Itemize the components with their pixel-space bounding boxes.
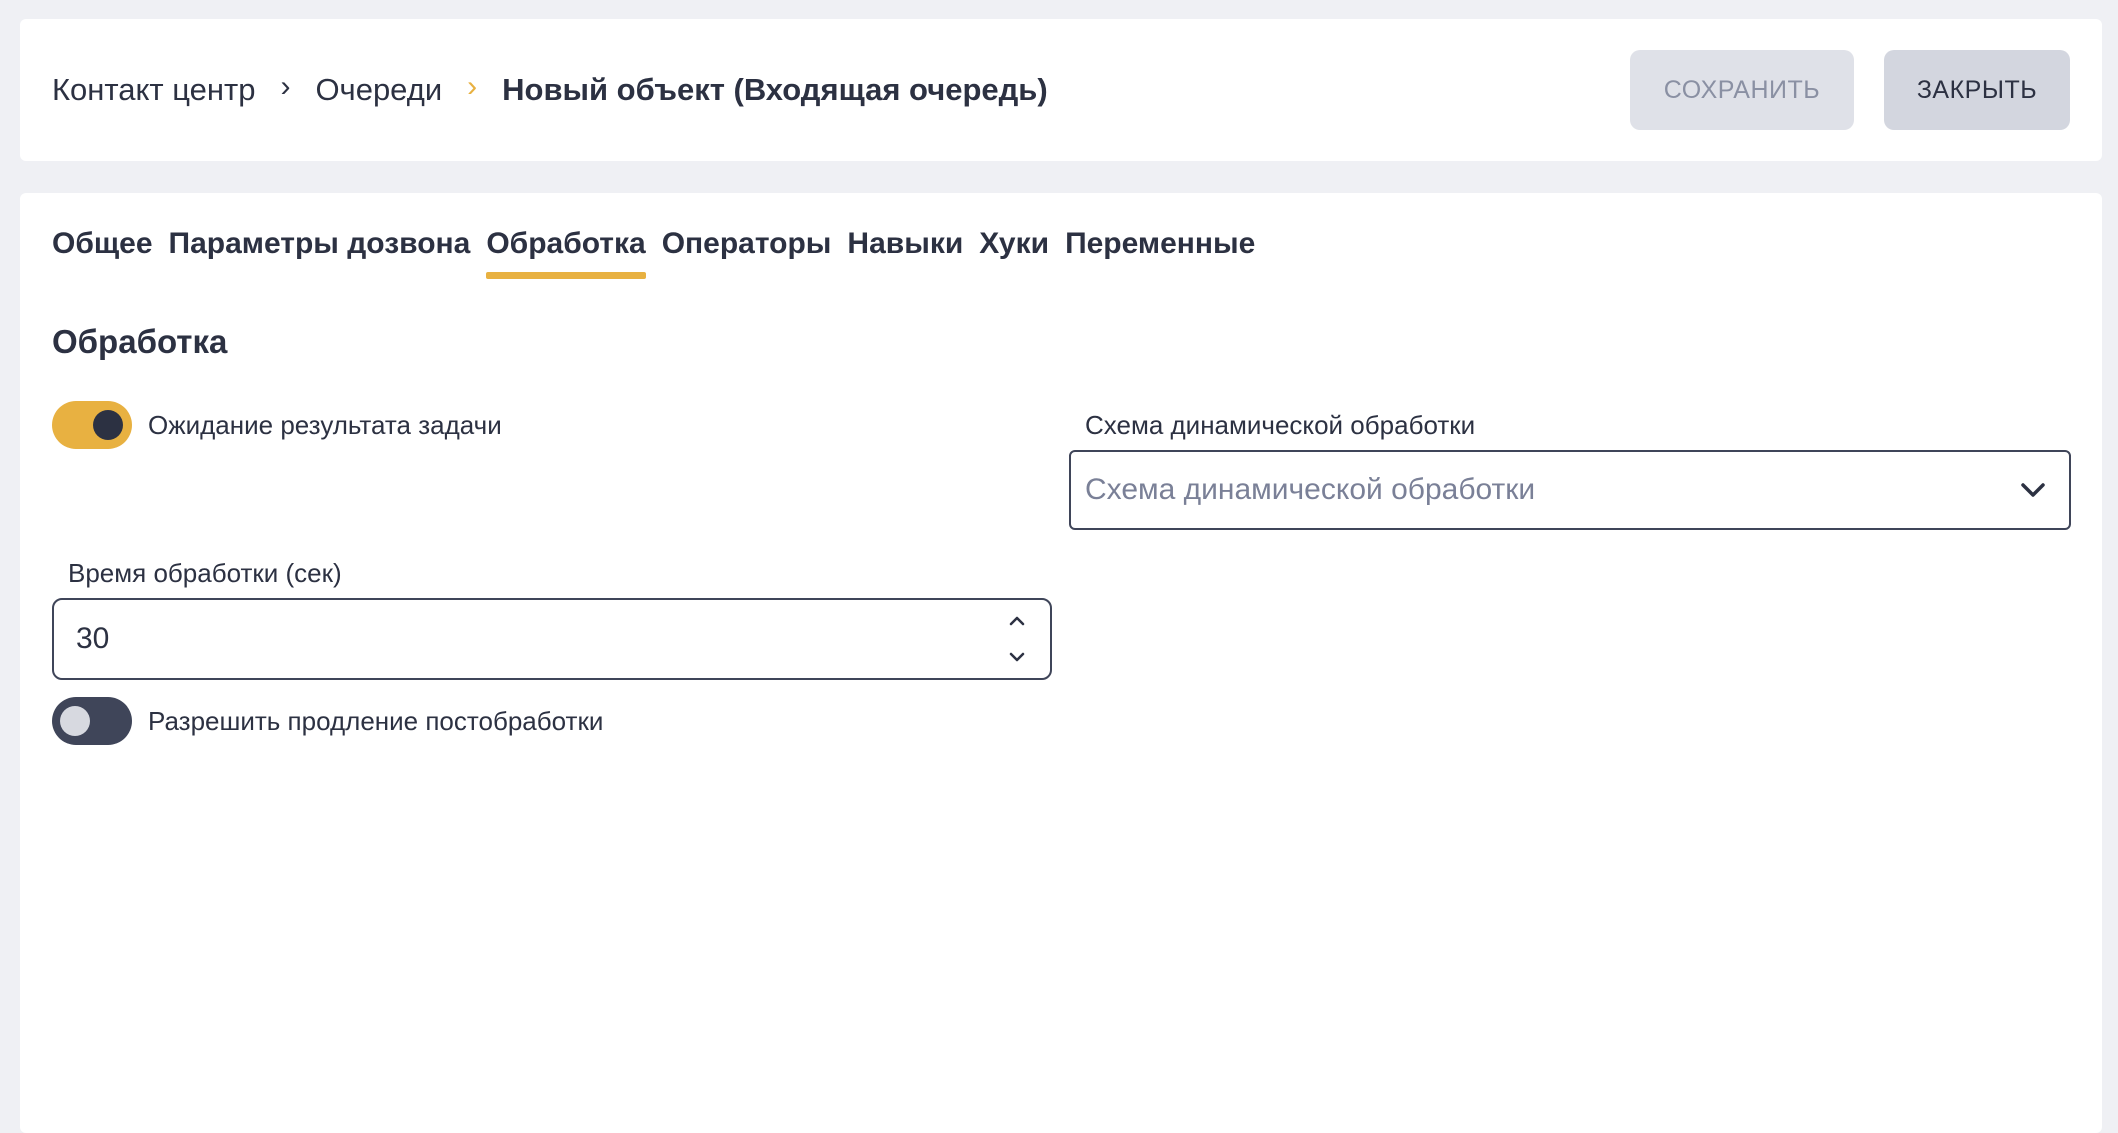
breadcrumb-current: Новый объект (Входящая очередь) — [502, 72, 1048, 107]
tab-dial-params[interactable]: Параметры дозвона — [169, 227, 471, 279]
section-title: Обработка — [52, 323, 228, 360]
processing-time-input[interactable]: 30 — [52, 598, 1052, 680]
processing-time-label: Время обработки (сек) — [68, 558, 342, 588]
toggle-knob — [93, 410, 123, 440]
chevron-right-icon: › — [280, 70, 291, 103]
close-button[interactable]: ЗАКРЫТЬ — [1884, 50, 2070, 130]
toggle-knob — [60, 706, 90, 736]
dynamic-schema-placeholder: Схема динамической обработки — [1085, 473, 1536, 506]
dynamic-schema-label: Схема динамической обработки — [1085, 410, 1476, 440]
tab-skills[interactable]: Навыки — [847, 227, 963, 279]
wait-result-toggle[interactable] — [52, 401, 132, 449]
wait-result-label: Ожидание результата задачи — [148, 409, 502, 440]
chevron-up-icon[interactable] — [1002, 606, 1032, 636]
tab-hooks[interactable]: Хуки — [979, 227, 1049, 279]
breadcrumb: Контакт центр › Очереди › Новый объект (… — [52, 19, 1048, 161]
tab-variables[interactable]: Переменные — [1065, 227, 1255, 279]
processing-time-value: 30 — [76, 622, 110, 655]
chevron-right-icon: › — [467, 70, 478, 103]
save-button[interactable]: СОХРАНИТЬ — [1630, 50, 1854, 130]
tab-bar: Общее Параметры дозвона Обработка Операт… — [52, 227, 1255, 279]
allow-extension-label: Разрешить продление постобработки — [148, 705, 604, 736]
allow-extension-toggle[interactable] — [52, 697, 132, 745]
dynamic-schema-select[interactable]: Схема динамической обработки — [1069, 450, 2071, 530]
breadcrumb-item-queues[interactable]: Очереди — [315, 72, 442, 108]
header-bar: Контакт центр › Очереди › Новый объект (… — [20, 19, 2102, 161]
tab-processing[interactable]: Обработка — [486, 227, 647, 279]
tab-operators[interactable]: Операторы — [662, 227, 832, 279]
tab-general[interactable]: Общее — [52, 227, 153, 279]
wait-result-row: Ожидание результата задачи — [52, 401, 502, 449]
main-panel: Общее Параметры дозвона Обработка Операт… — [20, 193, 2102, 1133]
allow-extension-row: Разрешить продление постобработки — [52, 697, 603, 745]
breadcrumb-item-contact-center[interactable]: Контакт центр — [52, 72, 255, 108]
chevron-down-icon — [2021, 483, 2045, 497]
chevron-down-icon[interactable] — [1002, 642, 1032, 672]
